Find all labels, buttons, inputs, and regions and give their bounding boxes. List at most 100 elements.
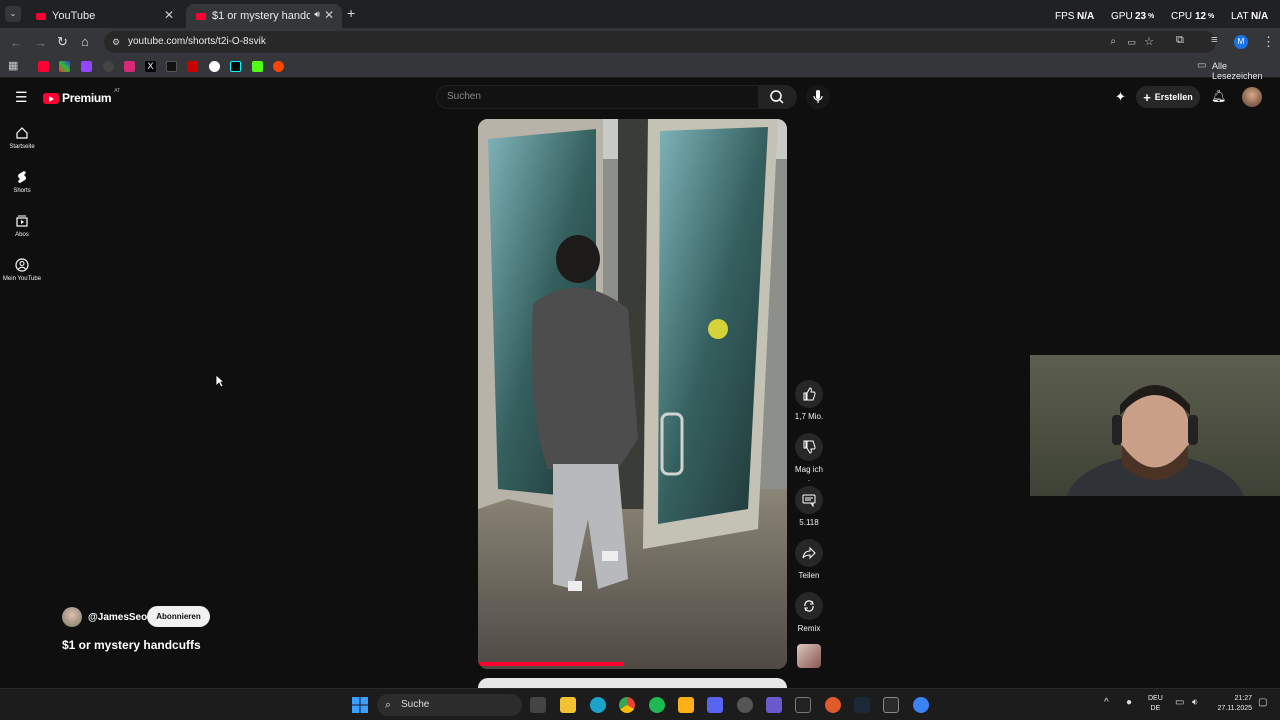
- cast-icon[interactable]: ▭: [1127, 31, 1136, 53]
- youtube-logo[interactable]: Premium AT: [43, 88, 120, 106]
- bookmark-xbox-icon[interactable]: [103, 61, 114, 72]
- subscriptions-icon: [16, 215, 28, 227]
- bookmark-colorful-icon[interactable]: [59, 61, 70, 72]
- discord-icon[interactable]: [707, 697, 723, 713]
- spotify-icon[interactable]: [649, 697, 665, 713]
- sound-thumbnail[interactable]: [797, 644, 821, 668]
- share-label: Teilen: [798, 571, 820, 580]
- browser-menu-icon[interactable]: ⋮: [1262, 34, 1275, 50]
- channel-name[interactable]: @JamesSeo: [88, 612, 147, 623]
- notifications-bell-icon[interactable]: 🔔︎: [1211, 89, 1226, 103]
- bookmark-chatgpt-icon[interactable]: [209, 61, 220, 72]
- search-icon: [770, 90, 784, 104]
- steam-icon[interactable]: [854, 697, 870, 713]
- profile-avatar[interactable]: M: [1234, 35, 1248, 49]
- tab-shorts-video[interactable]: $1 or mystery handcuffs - Y 🔊︎ ✕: [186, 4, 342, 28]
- app-icon-8[interactable]: [737, 697, 753, 713]
- forward-icon[interactable]: →: [34, 35, 47, 50]
- bookmark-reddit-icon[interactable]: [273, 61, 284, 72]
- edge-icon[interactable]: [590, 697, 606, 713]
- reload-icon[interactable]: ↻: [57, 34, 68, 50]
- webcam-person: [1066, 385, 1244, 496]
- bookmark-kick-icon[interactable]: [252, 61, 263, 72]
- cpu-label: CPU: [1171, 11, 1193, 22]
- share-button[interactable]: Teilen: [794, 539, 824, 580]
- back-icon[interactable]: ←: [10, 35, 23, 50]
- taskbar-search[interactable]: ⌕ Suche: [377, 694, 522, 716]
- sidebar-item-my-youtube[interactable]: Mein YouTube: [0, 258, 44, 282]
- search-button[interactable]: [759, 85, 797, 109]
- bookmark-red-icon[interactable]: [187, 61, 198, 72]
- lat-label: LAT: [1231, 11, 1249, 22]
- bookmark-x-icon[interactable]: X: [145, 61, 156, 72]
- youtube-favicon-icon: [196, 12, 206, 20]
- search-input[interactable]: Suchen: [436, 85, 759, 109]
- subscribe-button[interactable]: Abonnieren: [147, 606, 210, 627]
- sidebar-label: Abos: [15, 232, 29, 238]
- app-icon-11[interactable]: [825, 697, 841, 713]
- tab-youtube[interactable]: YouTube ✕: [26, 4, 182, 28]
- dislike-button[interactable]: Mag ich .: [794, 433, 824, 483]
- like-button[interactable]: 1,7 Mio.: [794, 380, 824, 421]
- notification-center-icon[interactable]: ▢: [1258, 697, 1267, 708]
- youtube-page: ☰ Premium AT Suchen ✦ + Erstellen 🔔︎ Sta…: [0, 80, 1280, 692]
- create-button[interactable]: + Erstellen: [1136, 86, 1200, 108]
- share-icon: [802, 546, 816, 560]
- tray-chevron-icon[interactable]: ^: [1104, 697, 1109, 708]
- language-indicator[interactable]: DEU DE: [1148, 694, 1163, 714]
- media-controls-icon[interactable]: ≡: [1211, 34, 1217, 46]
- sidebar-item-home[interactable]: Startseite: [0, 126, 44, 150]
- fps-label: FPS: [1055, 11, 1075, 22]
- bookmark-twitch-icon[interactable]: [81, 61, 92, 72]
- voice-search-button[interactable]: [806, 85, 830, 109]
- sidebar-item-subscriptions[interactable]: Abos: [0, 214, 44, 238]
- app-icon-9[interactable]: [766, 697, 782, 713]
- channel-avatar[interactable]: [62, 607, 82, 627]
- close-tab-icon[interactable]: ✕: [164, 8, 174, 22]
- close-tab-icon[interactable]: ✕: [324, 8, 334, 22]
- app-icon-10[interactable]: [795, 697, 811, 713]
- logo-text: Premium: [62, 91, 112, 105]
- new-tab-button[interactable]: +: [347, 5, 355, 21]
- app-icon-14[interactable]: [913, 697, 929, 713]
- plus-icon: +: [1143, 89, 1151, 105]
- url-field[interactable]: ⚙︎ youtube.com/shorts/t2i-O-8svik ⌕ ▭ ☆: [104, 31, 1216, 53]
- task-view-icon[interactable]: [530, 697, 546, 713]
- clock-date: 27.11.2025: [1217, 705, 1252, 712]
- cpu-percent: %: [1208, 13, 1215, 20]
- youtube-favicon-icon: [36, 12, 46, 20]
- chrome-icon[interactable]: [619, 697, 635, 713]
- bookmark-youtube-icon[interactable]: [38, 61, 49, 72]
- video-title[interactable]: $1 or mystery handcuffs: [62, 638, 201, 652]
- home-icon[interactable]: ⌂: [81, 34, 89, 49]
- bookmark-star-icon[interactable]: ☆: [1144, 31, 1154, 53]
- sidebar-item-shorts[interactable]: Shorts: [0, 170, 44, 194]
- subscribe-label: Abonnieren: [156, 612, 201, 621]
- site-info-icon[interactable]: ⚙︎: [112, 31, 120, 53]
- premium-sparkle-icon[interactable]: ✦: [1115, 89, 1126, 105]
- speaker-icon[interactable]: 🔊︎: [314, 9, 320, 20]
- all-bookmarks-link[interactable]: Alle Lesezeichen: [1212, 61, 1280, 81]
- volume-icon[interactable]: 🔉︎: [1192, 697, 1198, 708]
- windows-start-icon[interactable]: [352, 697, 368, 713]
- network-icon[interactable]: ▭: [1175, 697, 1184, 708]
- youtube-play-logo-icon: [43, 92, 59, 104]
- bookmark-tiktok-icon[interactable]: [230, 61, 241, 72]
- extensions-icon[interactable]: ⧉: [1176, 34, 1184, 47]
- bookmark-dark-icon[interactable]: [166, 61, 177, 72]
- dislike-label: Mag ich .: [794, 465, 823, 483]
- clock[interactable]: 21:27 27.11.2025: [1210, 694, 1252, 714]
- account-avatar[interactable]: [1242, 87, 1262, 107]
- hamburger-menu-icon[interactable]: ☰: [15, 89, 28, 106]
- shorts-video-player[interactable]: [478, 119, 787, 669]
- comments-button[interactable]: 5.118: [794, 486, 824, 527]
- apps-grid-icon[interactable]: ▦: [8, 59, 18, 72]
- tray-mic-icon[interactable]: ●: [1126, 697, 1132, 708]
- zoom-icon[interactable]: ⌕: [1110, 31, 1116, 53]
- tab-list-dropdown-icon[interactable]: ⌄: [5, 6, 21, 22]
- bookmark-instagram-icon[interactable]: [124, 61, 135, 72]
- rockstar-icon[interactable]: [678, 697, 694, 713]
- epic-games-icon[interactable]: [883, 697, 899, 713]
- remix-button[interactable]: Remix: [794, 592, 824, 633]
- file-explorer-icon[interactable]: [560, 697, 576, 713]
